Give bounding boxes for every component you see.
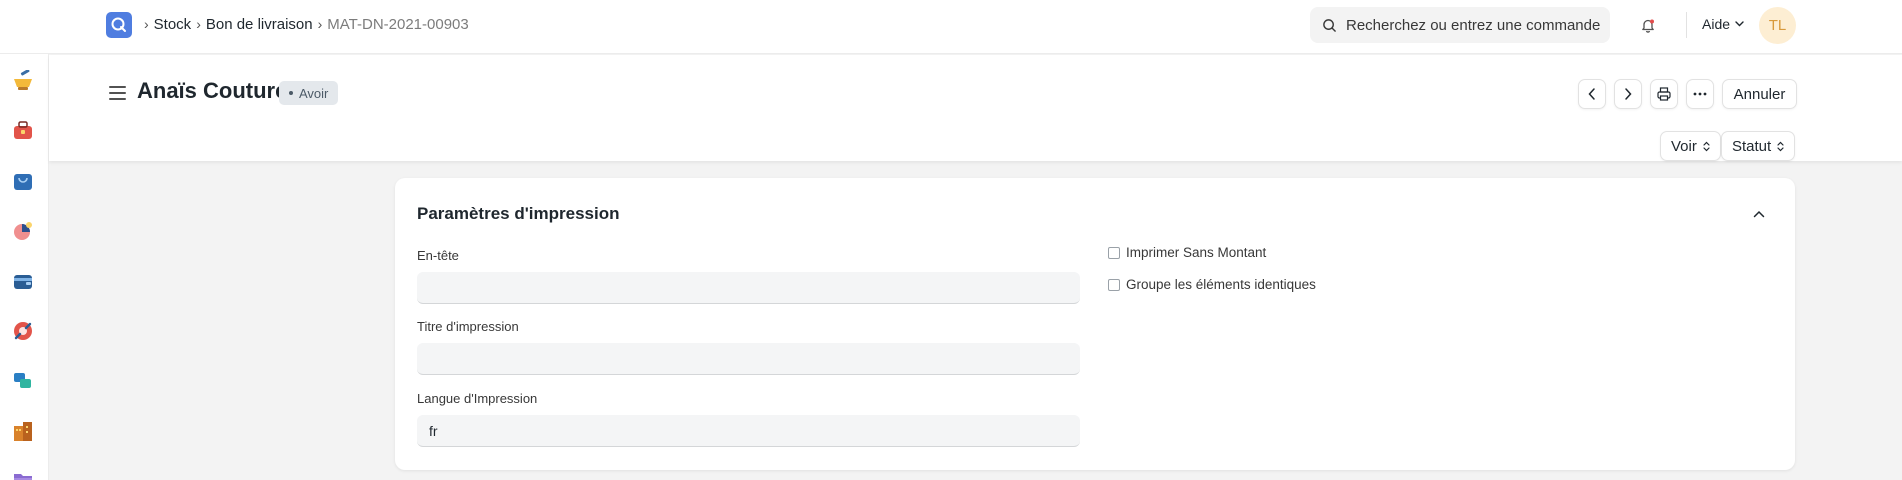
search-icon (1323, 18, 1336, 32)
app-sidebar (0, 54, 49, 480)
print-heading-input[interactable] (417, 343, 1080, 375)
print-settings-section: Paramètres d'impression En-tête Titre d'… (395, 178, 1795, 470)
breadcrumb-current: MAT-DN-2021-00903 (327, 15, 469, 33)
ellipsis-icon (1693, 92, 1707, 96)
chevron-right-icon (1625, 88, 1632, 100)
user-avatar[interactable]: TL (1759, 7, 1796, 44)
print-without-amount-label: Imprimer Sans Montant (1126, 245, 1267, 260)
sort-arrows-icon (1777, 141, 1784, 151)
shopping-bag-icon[interactable] (12, 170, 34, 197)
help-dropdown[interactable]: Aide (1702, 16, 1744, 32)
printer-icon (1657, 87, 1671, 101)
pie-chart-icon[interactable] (12, 220, 34, 247)
menu-toggle-icon[interactable] (109, 86, 126, 100)
print-without-amount-checkbox[interactable] (1108, 246, 1120, 259)
group-same-items-row[interactable]: Groupe les éléments identiques (1108, 277, 1316, 292)
page-head: Anaïs Couture Avoir Annuler Voir Statut (49, 55, 1902, 161)
breadcrumb: › Stock › Bon de livraison › MAT-DN-2021… (142, 14, 469, 34)
more-actions-button[interactable] (1686, 79, 1714, 109)
navbar: › Stock › Bon de livraison › MAT-DN-2021… (0, 0, 1902, 54)
notification-bell-icon[interactable] (1638, 15, 1658, 35)
mortar-pestle-icon[interactable] (12, 69, 34, 97)
chevron-right-icon: › (196, 16, 201, 32)
app-logo-icon[interactable] (106, 12, 132, 38)
layers-icon[interactable] (12, 370, 34, 397)
search-input[interactable]: Recherchez ou entrez une commande (1310, 7, 1610, 43)
status-select-label: Statut (1732, 137, 1772, 155)
chevron-right-icon: › (317, 16, 323, 32)
search-placeholder: Recherchez ou entrez une commande (1346, 16, 1601, 34)
print-heading-label: Titre d'impression (417, 319, 519, 334)
sort-arrows-icon (1703, 141, 1710, 151)
page-title: Anaïs Couture (137, 78, 288, 103)
navbar-divider (1686, 12, 1687, 38)
view-select-label: Voir (1671, 137, 1697, 155)
status-badge: Avoir (279, 81, 339, 105)
view-select[interactable]: Voir (1660, 131, 1721, 161)
print-language-label: Langue d'Impression (417, 391, 538, 406)
folder-icon[interactable] (12, 470, 34, 480)
breadcrumb-stock[interactable]: Stock (154, 16, 192, 33)
print-language-input[interactable]: fr (417, 415, 1080, 447)
building-icon[interactable] (12, 420, 34, 447)
status-select[interactable]: Statut (1721, 131, 1796, 161)
chevron-right-icon: › (144, 16, 149, 32)
chevron-down-icon (1735, 21, 1744, 27)
wallet-icon[interactable] (12, 270, 34, 297)
collapse-chevron-up-icon[interactable] (1751, 206, 1767, 222)
next-doc-button[interactable] (1614, 79, 1642, 109)
print-button[interactable] (1650, 79, 1678, 109)
cancel-button[interactable]: Annuler (1722, 79, 1797, 109)
letterhead-input[interactable] (417, 272, 1080, 304)
support-icon[interactable] (12, 320, 34, 347)
previous-doc-button[interactable] (1578, 79, 1606, 109)
help-label: Aide (1702, 16, 1731, 32)
letterhead-label: En-tête (417, 248, 459, 263)
status-badge-label: Avoir (299, 85, 329, 101)
chevron-left-icon (1588, 88, 1595, 100)
toolbox-icon[interactable] (12, 120, 34, 147)
print-without-amount-row[interactable]: Imprimer Sans Montant (1108, 245, 1266, 260)
status-dot-icon (289, 91, 293, 95)
section-title: Paramètres d'impression (417, 204, 620, 223)
group-same-items-label: Groupe les éléments identiques (1126, 277, 1316, 292)
group-same-items-checkbox[interactable] (1108, 278, 1120, 291)
breadcrumb-delivery-note[interactable]: Bon de livraison (206, 16, 313, 33)
